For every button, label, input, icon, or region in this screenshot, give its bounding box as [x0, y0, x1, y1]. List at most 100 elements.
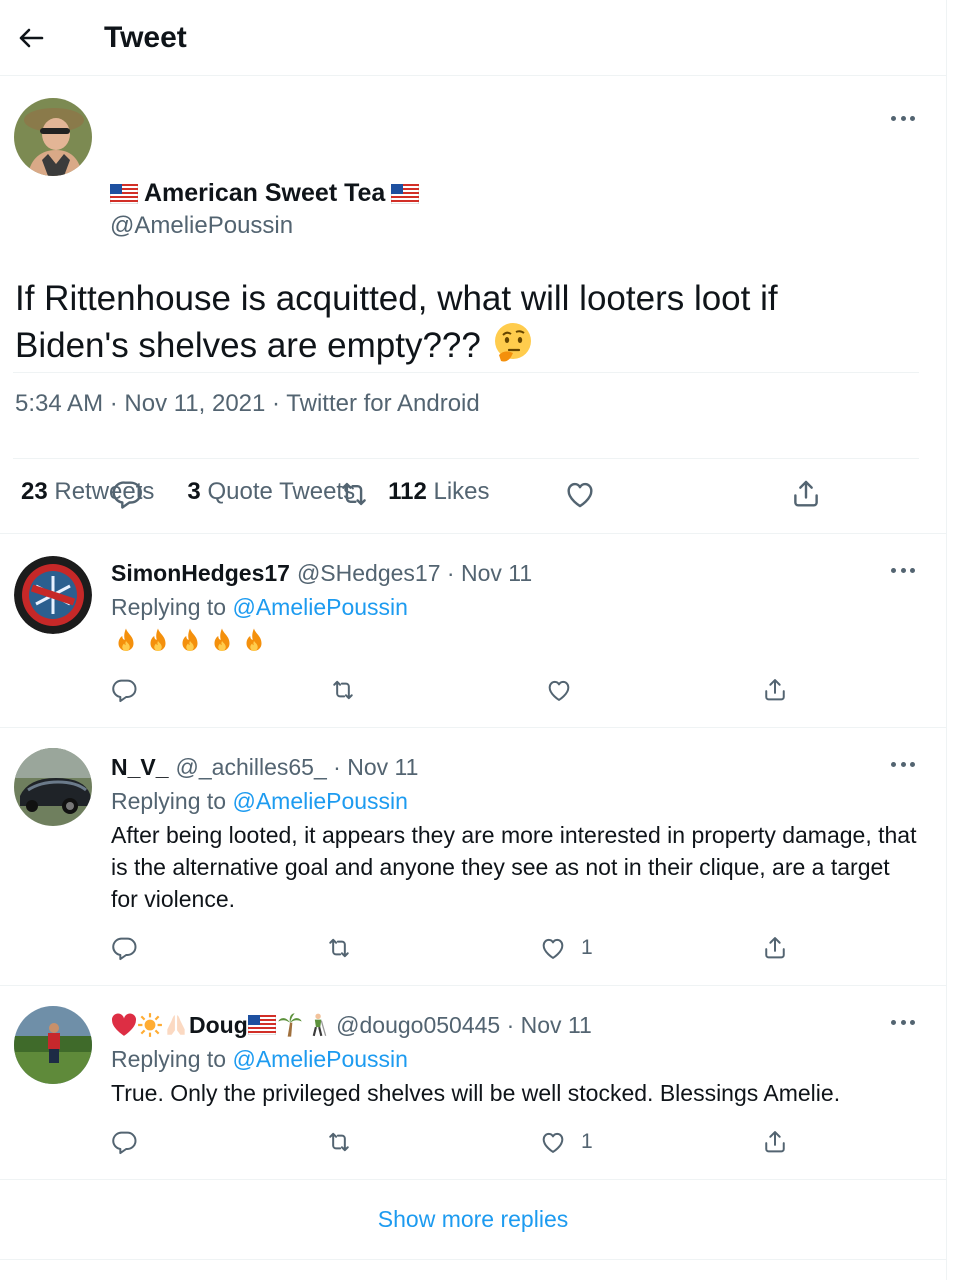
author-handle[interactable]: @AmeliePoussin	[110, 212, 293, 240]
dot-icon	[910, 115, 915, 121]
reply-text: True. Only the privileged shelves will b…	[111, 1080, 841, 1106]
replying-to-link[interactable]: @AmeliePoussin	[232, 594, 407, 620]
tweet-date[interactable]: Nov 11, 2021	[124, 390, 265, 417]
reply-header: SimonHedges17 @SHedges17 · Nov 11	[111, 560, 532, 587]
reply-tweet[interactable]: N_V_ @_achilles65_ · Nov 11 Replying to …	[0, 728, 946, 986]
share-button[interactable]	[761, 1128, 789, 1156]
more-options-button[interactable]	[888, 754, 918, 774]
retweet-button[interactable]	[337, 477, 371, 511]
reply-button[interactable]	[111, 676, 139, 704]
reply-date[interactable]: · Nov 11	[447, 560, 532, 587]
tweet-column: Tweet American Sweet Tea @AmeliePoussin …	[0, 0, 947, 1280]
share-icon	[789, 477, 823, 511]
more-options-button[interactable]	[888, 1012, 918, 1032]
replying-label: Replying to	[111, 594, 227, 620]
more-options-button[interactable]	[888, 560, 918, 580]
reply-text	[111, 626, 921, 658]
retweet-icon	[325, 1128, 353, 1156]
reply-author-name[interactable]: Doug	[189, 1012, 248, 1039]
meta-separator: ·	[103, 390, 125, 417]
like-button[interactable]	[545, 676, 573, 704]
palm-tree-icon	[278, 1013, 302, 1037]
share-button[interactable]	[761, 676, 789, 704]
golfer-icon	[312, 1013, 327, 1037]
reply-author-name[interactable]: SimonHedges17	[111, 560, 290, 587]
reply-button[interactable]	[111, 477, 145, 511]
retweet-button[interactable]	[325, 934, 353, 962]
reply-button[interactable]	[111, 934, 139, 962]
dot-icon	[900, 1019, 906, 1025]
reply-header: N_V_ @_achilles65_ · Nov 11	[111, 754, 418, 781]
tweet-stats: 23 Retweets 3 Quote Tweets 112 Likes	[21, 478, 490, 506]
us-flag-icon	[248, 1015, 276, 1035]
main-tweet: American Sweet Tea @AmeliePoussin If Rit…	[0, 76, 946, 534]
like-count: 1	[581, 936, 593, 959]
replying-to-link[interactable]: @AmeliePoussin	[232, 788, 407, 814]
retweet-button[interactable]	[325, 1128, 353, 1156]
reply-author-handle[interactable]: @SHedges17	[297, 560, 441, 587]
heart-icon	[545, 676, 573, 704]
like-button[interactable]: 1	[539, 934, 593, 962]
retweet-icon	[337, 477, 371, 511]
fire-icon	[143, 626, 173, 656]
back-button[interactable]	[16, 23, 46, 53]
reply-tweet[interactable]: Doug @dougo050445 · Nov 11 Replying to @…	[0, 986, 946, 1180]
retweet-icon	[325, 934, 353, 962]
reply-date[interactable]: · Nov 11	[507, 1012, 592, 1039]
retweet-button[interactable]	[329, 676, 357, 704]
dot-icon	[900, 761, 906, 767]
reply-author-handle[interactable]: @_achilles65_	[176, 754, 327, 781]
reply-author-handle[interactable]: @dougo050445	[336, 1012, 500, 1039]
share-button[interactable]	[761, 934, 789, 962]
like-button[interactable]	[563, 477, 597, 511]
fire-icon	[207, 626, 237, 656]
show-more-replies-link[interactable]: Show more replies	[378, 1206, 568, 1233]
author-avatar[interactable]	[14, 98, 92, 176]
like-button[interactable]: 1	[539, 1128, 593, 1156]
dot-icon	[910, 761, 915, 767]
red-heart-icon	[111, 1013, 137, 1036]
reply-icon	[111, 934, 139, 962]
thinking-face-icon	[494, 323, 531, 362]
dot-icon	[891, 761, 896, 767]
reply-avatar[interactable]	[14, 748, 92, 826]
tweet-text: If Rittenhouse is acquitted, what will l…	[15, 276, 895, 368]
reply-date[interactable]: · Nov 11	[333, 754, 418, 781]
replying-label: Replying to	[111, 1046, 227, 1072]
more-options-button[interactable]	[888, 108, 918, 128]
divider	[13, 458, 919, 459]
us-flag-icon	[391, 184, 419, 204]
likes-count: 112	[388, 478, 427, 505]
tweet-time[interactable]: 5:34 AM	[15, 390, 103, 417]
tweet-meta: 5:34 AM · Nov 11, 2021 · Twitter for And…	[15, 390, 480, 418]
replying-to: Replying to @AmeliePoussin	[111, 594, 408, 621]
page-header: Tweet	[0, 0, 946, 76]
reply-tweet[interactable]: SimonHedges17 @SHedges17 · Nov 11 Replyi…	[0, 534, 946, 728]
sun-icon	[138, 1013, 162, 1037]
dot-icon	[891, 115, 896, 121]
dot-icon	[891, 567, 896, 573]
dot-icon	[910, 1019, 915, 1025]
reply-avatar[interactable]	[14, 1006, 92, 1084]
heart-icon	[563, 477, 597, 511]
reply-avatar[interactable]	[14, 556, 92, 634]
fire-icon	[111, 626, 141, 656]
replying-label: Replying to	[111, 788, 227, 814]
reply-header: Doug @dougo050445 · Nov 11	[111, 1011, 592, 1039]
reply-button[interactable]	[111, 1128, 139, 1156]
quotes-stat[interactable]: 3 Quote Tweets	[187, 478, 355, 506]
reply-text: After being looted, it appears they are …	[111, 822, 917, 912]
share-button[interactable]	[789, 477, 823, 511]
author-name: American Sweet Tea	[144, 179, 386, 207]
replying-to: Replying to @AmeliePoussin	[111, 1046, 408, 1073]
tweet-source[interactable]: Twitter for Android	[286, 390, 479, 417]
tweet-text-content: If Rittenhouse is acquitted, what will l…	[15, 279, 778, 365]
share-icon	[761, 676, 789, 704]
heart-icon	[539, 934, 567, 962]
reply-author-name[interactable]: N_V_	[111, 754, 169, 781]
us-flag-icon	[110, 184, 138, 204]
replying-to-link[interactable]: @AmeliePoussin	[232, 1046, 407, 1072]
author-name-row[interactable]: American Sweet Tea	[110, 179, 419, 208]
heart-icon	[539, 1128, 567, 1156]
likes-stat[interactable]: 112 Likes	[388, 478, 489, 506]
